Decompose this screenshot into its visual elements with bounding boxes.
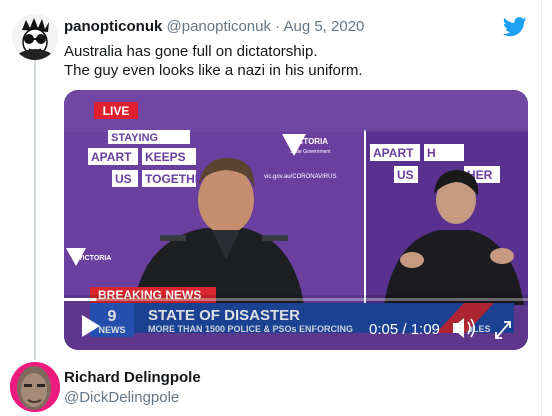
panopticonuk-avatar[interactable] <box>12 14 58 60</box>
display-name[interactable]: panopticonuk <box>64 18 162 35</box>
svg-text:State Government: State Government <box>290 149 331 155</box>
sign-word-3: KEEPS <box>145 150 186 164</box>
richard-delingpole-avatar[interactable] <box>10 362 60 412</box>
svg-text:H: H <box>427 146 436 160</box>
thread-connector-line <box>34 60 36 360</box>
svg-text:LIVE: LIVE <box>103 104 130 118</box>
live-badge: LIVE <box>94 102 138 119</box>
svg-text:VICTORIA: VICTORIA <box>290 137 328 146</box>
user-handle[interactable]: @panopticonuk <box>167 18 271 35</box>
tweet-date[interactable]: Aug 5, 2020 <box>283 18 364 35</box>
video-time-display: 0:05 / 1:09 <box>369 321 440 338</box>
video-progress-track[interactable] <box>64 298 528 301</box>
tweet-text-line-2: The guy even looks like a nazi in his un… <box>64 62 363 79</box>
embedded-tweet: panopticonuk @panopticonuk · Aug 5, 2020… <box>0 0 552 360</box>
svg-text:VICTORIA: VICTORIA <box>78 255 111 262</box>
sign-word-2: APART <box>91 150 132 164</box>
tweet-text: Australia has gone full on dictatorship.… <box>64 42 362 80</box>
reply-user-handle[interactable]: @DickDelingpole <box>64 389 179 406</box>
reply-user-card[interactable]: Richard Delingpole @DickDelingpole <box>0 360 552 416</box>
svg-text:US: US <box>397 168 414 182</box>
panel-border <box>541 0 542 416</box>
separator-dot: · <box>275 18 281 35</box>
video-progress-fill <box>64 298 97 301</box>
reply-display-name[interactable]: Richard Delingpole <box>64 369 201 386</box>
tweet-header: panopticonuk @panopticonuk · Aug 5, 2020 <box>64 18 364 35</box>
video-player[interactable]: STAYING APART KEEPS US TOGETHER APART H … <box>64 90 528 350</box>
sign-word-4: US <box>115 172 132 186</box>
sign-word-1: STAYING <box>111 132 158 144</box>
svg-text:APART: APART <box>373 146 414 160</box>
twitter-bird-icon[interactable] <box>502 16 527 38</box>
tweet-text-line-1: Australia has gone full on dictatorship. <box>64 43 318 60</box>
coronavirus-website: vic.gov.au/CORONAVIRUS <box>264 174 336 180</box>
